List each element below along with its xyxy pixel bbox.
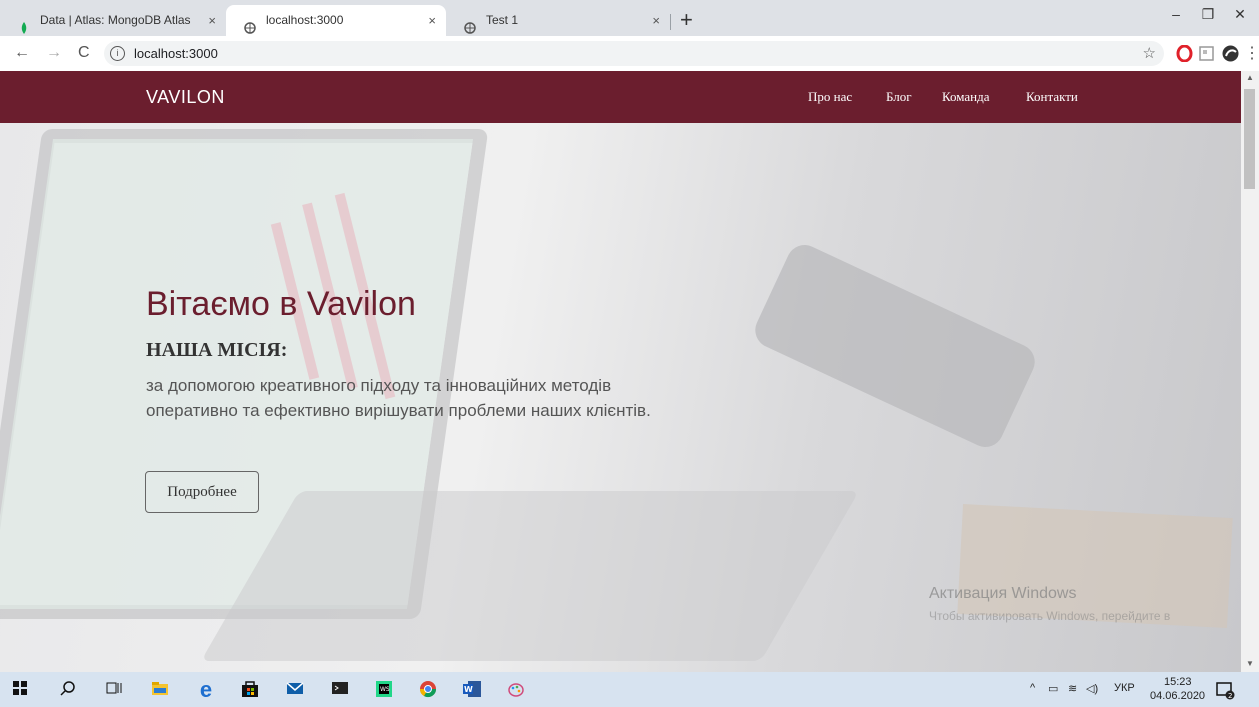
edge-icon[interactable]: e [196,679,216,701]
network-icon[interactable]: ▭ [1048,682,1058,695]
hero-title: Вітаємо в Vavilon [146,285,416,323]
tab-title: Test 1 [486,13,519,27]
omnibox[interactable]: i localhost:3000 ☆ [104,41,1164,66]
mission-title: НАША МІСІЯ: [146,339,288,361]
scrollbar-thumb[interactable] [1244,89,1255,189]
language-indicator[interactable]: УКР [1114,682,1135,694]
mail-icon[interactable] [285,680,305,700]
globe-icon [244,15,256,34]
page-viewport: VAVILON Про нас Блог Команда Контакти Ві… [0,71,1241,672]
nav-link-team[interactable]: Команда [942,71,990,123]
site-navbar: VAVILON Про нас Блог Команда Контакти [0,71,1241,123]
paint-icon[interactable] [506,680,526,700]
opera-extension-icon[interactable] [1176,44,1193,63]
menu-dots-icon[interactable]: ⋮ [1244,43,1259,63]
wifi-icon[interactable]: ≋ [1068,682,1077,695]
keyboard-illustration [200,491,860,661]
svg-text:WS: WS [380,686,390,693]
more-details-button[interactable]: Подробнее [145,471,259,513]
scroll-up-arrow-icon[interactable]: ▲ [1241,73,1259,82]
tab-mongodb-atlas[interactable]: Data | Atlas: MongoDB Atlas × [0,5,226,36]
tab-close-icon[interactable]: × [208,5,216,36]
volume-icon[interactable]: ◁) [1086,682,1098,695]
site-brand-logo[interactable]: VAVILON [146,71,225,123]
nav-link-blog[interactable]: Блог [886,71,912,123]
notification-count: 2 [1228,692,1232,700]
tab-close-icon[interactable]: × [428,5,436,36]
search-icon[interactable] [58,680,78,700]
new-tab-button[interactable]: + [680,7,693,33]
bookmark-star-icon[interactable]: ☆ [1143,44,1156,62]
page-scrollbar[interactable]: ▲ ▼ [1241,71,1259,672]
windows-activation-subtitle: Чтобы активировать Windows, перейдите в [929,609,1171,623]
extension-icon[interactable] [1198,45,1215,62]
tray-chevron-icon[interactable]: ^ [1030,682,1035,694]
url-text[interactable]: localhost:3000 [134,41,218,66]
terminal-icon[interactable] [330,680,350,700]
nav-link-about[interactable]: Про нас [808,71,852,123]
tab-title: Data | Atlas: MongoDB Atlas [40,13,191,27]
task-view-icon[interactable] [104,680,124,700]
reload-button[interactable]: C [78,44,90,62]
store-icon[interactable] [240,680,260,700]
restore-button[interactable]: ❐ [1194,6,1222,23]
chrome-icon[interactable] [418,680,438,700]
close-window-button[interactable]: ✕ [1226,6,1254,23]
info-icon[interactable]: i [110,46,125,61]
mission-text: за допомогою креативного підходу та інно… [146,376,651,420]
phone-illustration [749,239,1041,453]
hero-background-image [0,71,1241,672]
tab-separator [670,14,671,30]
scroll-down-arrow-icon[interactable]: ▼ [1241,659,1259,668]
webstorm-icon[interactable]: WS [374,680,394,700]
globe-icon [464,15,476,34]
tab-test1[interactable]: Test 1 × [446,5,670,36]
forward-button[interactable]: → [46,44,62,62]
address-bar-row: ← → C i localhost:3000 ☆ ⋮ [0,36,1259,72]
clock-date[interactable]: 04.06.2020 [1150,690,1205,702]
notification-center-icon[interactable]: 2 [1215,680,1235,700]
windows-taskbar: e WS W ^ ▭ ≋ ◁) УКР 15:23 04.06.2020 2 [0,672,1259,707]
tab-title: localhost:3000 [266,13,344,27]
mongodb-leaf-icon [18,15,30,34]
word-icon[interactable]: W [462,680,482,700]
svg-text:W: W [464,685,473,694]
clock-time[interactable]: 15:23 [1164,676,1192,688]
windows-activation-watermark: Активация Windows [929,585,1077,602]
file-explorer-icon[interactable] [150,680,170,700]
tab-localhost[interactable]: localhost:3000 × [226,5,446,36]
minimize-button[interactable]: – [1162,6,1190,22]
profile-avatar-icon[interactable] [1222,45,1239,62]
tab-close-icon[interactable]: × [652,5,660,36]
nav-link-contacts[interactable]: Контакти [1026,71,1078,123]
windows-start-icon[interactable] [10,680,30,700]
back-button[interactable]: ← [14,44,30,62]
browser-tab-bar: Data | Atlas: MongoDB Atlas × localhost:… [0,0,1259,36]
